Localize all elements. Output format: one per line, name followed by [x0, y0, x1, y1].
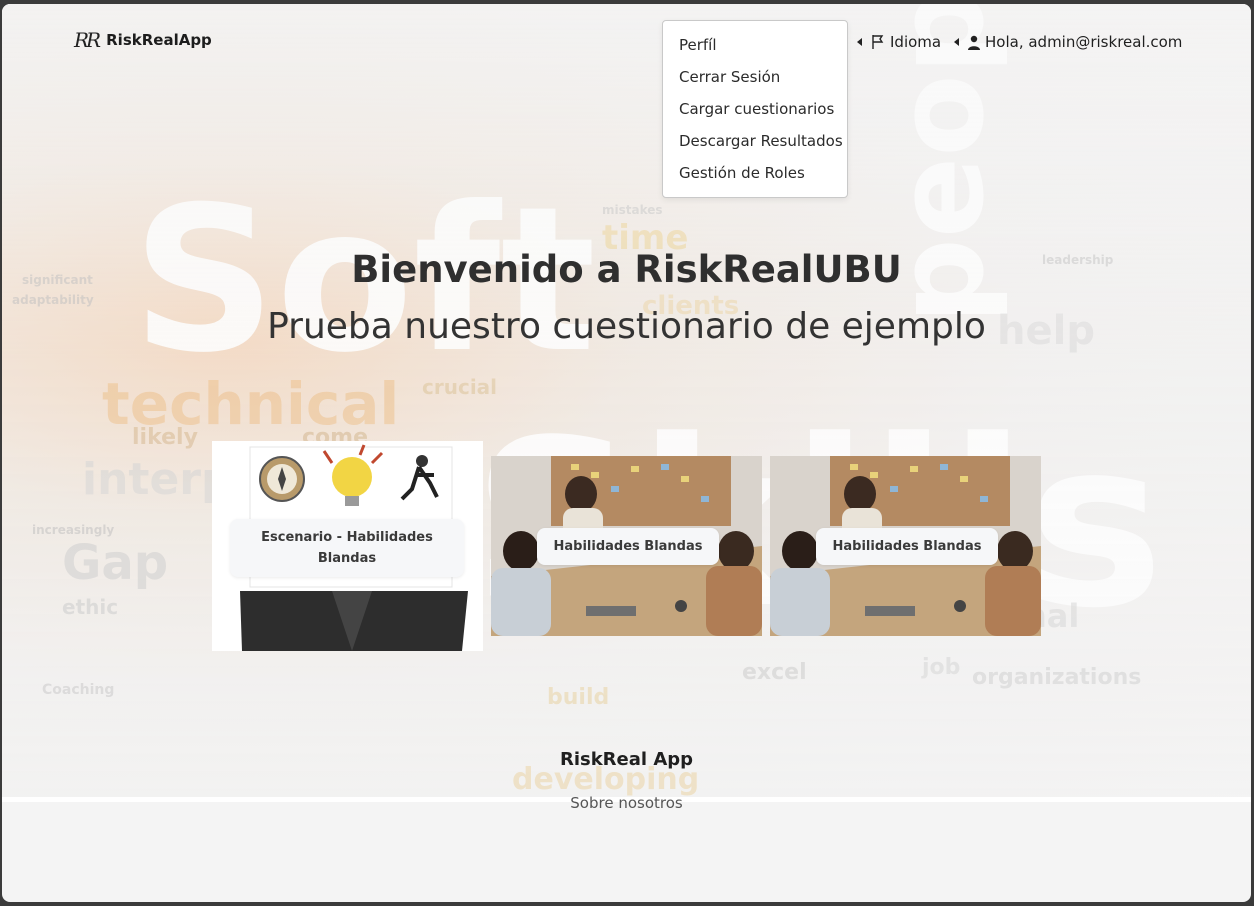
browser-window: Soft Skills people technical interp Gap … — [2, 4, 1251, 902]
user-icon — [968, 35, 980, 50]
flag-icon — [872, 35, 884, 49]
menu-item-descargar-resultados[interactable]: Descargar Resultados — [679, 132, 843, 150]
card-label: Escenario - Habilidades Blandas — [230, 519, 464, 577]
questionnaire-card-soft-skills-2[interactable]: Habilidades Blandas — [770, 456, 1041, 636]
language-menu[interactable]: Idioma — [857, 33, 941, 51]
hero-overlay — [2, 4, 1251, 797]
brand-name: RiskRealApp — [106, 31, 212, 49]
page-subtitle: Prueba nuestro cuestionario de ejemplo — [267, 306, 986, 347]
page-title: Bienvenido a RiskRealUBU — [351, 248, 902, 291]
menu-item-perfil[interactable]: Perfíl — [679, 36, 717, 54]
caret-left-icon — [954, 38, 959, 46]
card-label: Habilidades Blandas — [537, 528, 719, 565]
language-label: Idioma — [890, 33, 942, 51]
questionnaire-card-scenario[interactable]: Escenario - Habilidades Blandas — [212, 441, 483, 651]
user-menu-toggle[interactable]: Hola, admin@riskreal.com — [954, 33, 1182, 51]
brand[interactable]: RR RiskRealApp — [74, 28, 212, 52]
menu-item-cargar-cuestionarios[interactable]: Cargar cuestionarios — [679, 100, 834, 118]
caret-left-icon — [857, 38, 862, 46]
user-dropdown-menu: Perfíl Cerrar Sesión Cargar cuestionario… — [662, 20, 848, 198]
hero-background: Soft Skills people technical interp Gap … — [2, 4, 1251, 797]
questionnaire-card-soft-skills[interactable]: Habilidades Blandas — [491, 456, 762, 636]
menu-item-gestion-roles[interactable]: Gestión de Roles — [679, 164, 805, 182]
brand-logo: RR — [74, 28, 101, 52]
about-us-link[interactable]: Sobre nosotros — [2, 794, 1251, 812]
card-label: Habilidades Blandas — [816, 528, 998, 565]
menu-item-cerrar-sesion[interactable]: Cerrar Sesión — [679, 68, 780, 86]
footer-title: RiskReal App — [559, 749, 694, 770]
user-greeting: Hola, admin@riskreal.com — [985, 33, 1183, 51]
